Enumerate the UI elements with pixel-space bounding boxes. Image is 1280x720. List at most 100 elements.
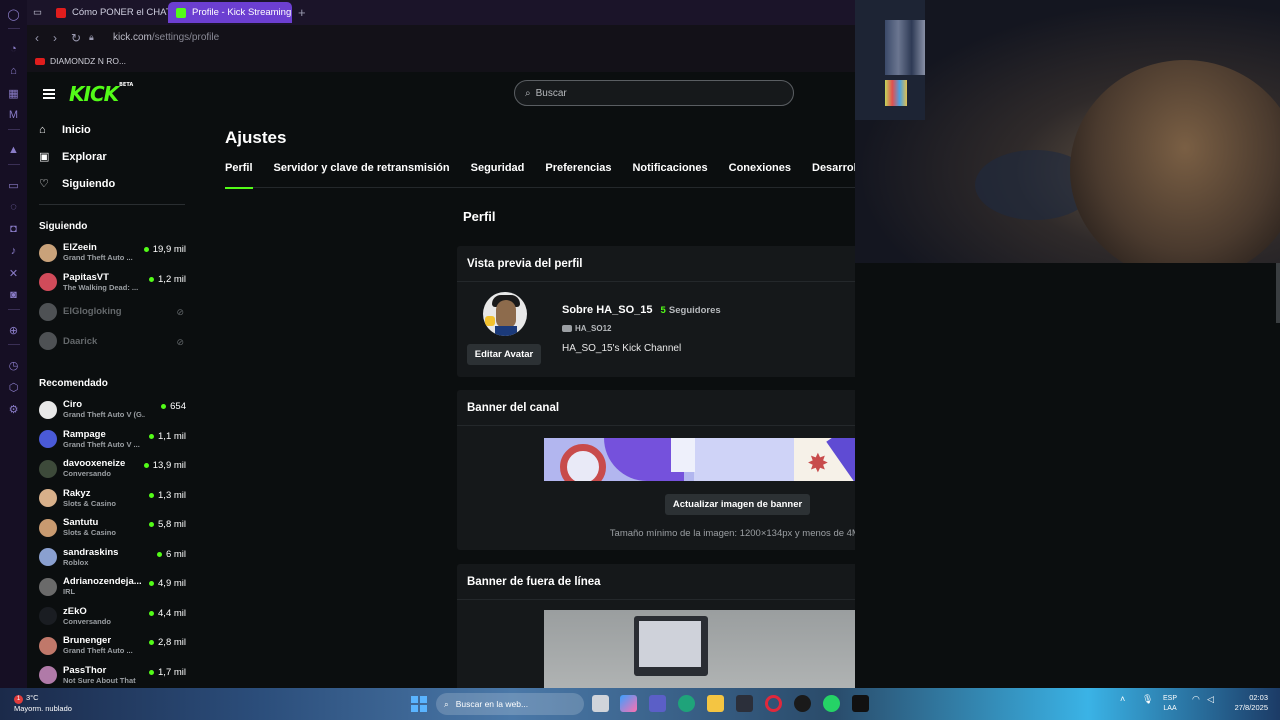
avatar xyxy=(39,607,57,626)
channel-item[interactable]: davooxeneize Conversando 13,9 mil xyxy=(27,454,197,484)
nav-explorar[interactable]: ▣ Explorar xyxy=(39,143,197,170)
player-icon[interactable]: ▦ xyxy=(6,85,22,101)
channel-name: ElGlogloking xyxy=(63,306,122,318)
clock[interactable]: 02:03 27/8/2025 xyxy=(1228,693,1268,713)
beta-badge: BETA xyxy=(119,82,134,88)
viewer-count-text: 654 xyxy=(170,401,186,412)
banner-size-hint: Tamaño mínimo de la imagen: 1200×134px y… xyxy=(609,528,855,539)
viewer-count: 2,8 mil xyxy=(149,637,186,648)
channel-text: davooxeneize Conversando xyxy=(63,458,145,479)
tab-notificaciones[interactable]: Notificaciones xyxy=(632,162,707,188)
viewer-count: 13,9 mil xyxy=(143,460,186,471)
messenger-icon[interactable]: M xyxy=(6,107,22,123)
kick-sidebar-icon[interactable]: ▲ xyxy=(6,142,22,158)
extensions-icon[interactable]: ⬡ xyxy=(6,379,22,395)
viewer-count-text: 6 mil xyxy=(165,548,186,560)
history-icon[interactable]: ◷ xyxy=(6,357,22,373)
channel-item[interactable]: sandraskins Roblox 6 mil xyxy=(27,543,197,573)
page-background xyxy=(855,263,1280,688)
edit-avatar-button[interactable]: Editar Avatar xyxy=(467,344,541,365)
webcam-overlay xyxy=(855,0,1280,263)
tab-workspaces[interactable]: ▭ xyxy=(27,2,48,23)
divider xyxy=(7,129,20,130)
nav-inicio[interactable]: ⌂ Inicio xyxy=(39,116,197,143)
youtube-handle[interactable]: HA_SO12 xyxy=(562,324,611,333)
windows-start-icon[interactable] xyxy=(411,696,427,712)
channel-text: Rampage Grand Theft Auto V ... xyxy=(63,429,145,450)
opera-logo-icon[interactable]: ◯ xyxy=(6,6,22,22)
bookmarks-bar: DIAMONDZ N RO... xyxy=(27,50,855,72)
nav-siguiendo[interactable]: ♡ Siguiendo xyxy=(39,170,197,197)
channel-item[interactable]: Adrianozendeja... IRL 4,9 mil xyxy=(27,572,197,602)
update-banner-button[interactable]: Actualizar imagen de banner xyxy=(665,494,810,515)
avatar xyxy=(39,332,57,351)
forward-icon[interactable]: › xyxy=(53,31,71,45)
channel-text: Ciro Grand Theft Auto V (G... xyxy=(63,399,145,420)
tab-servidor[interactable]: Servidor y clave de retransmisión xyxy=(274,162,450,188)
tab-preferencias[interactable]: Preferencias xyxy=(545,162,611,188)
settings-icon[interactable]: ⚙ xyxy=(6,401,22,417)
channel-name: Santutu xyxy=(63,517,99,529)
channel-item[interactable]: ElZeein Grand Theft Auto ... 19,9 mil xyxy=(27,238,197,268)
url-field[interactable]: kick.com/settings/profile xyxy=(113,32,219,43)
x-icon[interactable]: ✕ xyxy=(6,265,22,281)
avatar xyxy=(39,400,57,419)
offline-banner-card: Banner de fuera de línea xyxy=(457,564,855,688)
tab-conexiones[interactable]: Conexiones xyxy=(729,162,791,188)
obs-icon[interactable] xyxy=(794,695,811,712)
store-icon[interactable] xyxy=(736,695,753,712)
file-explorer-icon[interactable] xyxy=(707,695,724,712)
tab-youtube[interactable]: Cómo PONER el CHAT de xyxy=(48,2,168,23)
channel-item[interactable]: Santutu Slots & Casino 5,8 mil xyxy=(27,513,197,543)
tray-arrow-icon[interactable]: ˄ xyxy=(1120,694,1125,704)
opera-icon[interactable] xyxy=(765,695,782,712)
language-indicator[interactable]: ESP LAA xyxy=(1163,694,1177,714)
channel-item[interactable]: Brunenger Grand Theft Auto ... 2,8 mil xyxy=(27,631,197,661)
weather-widget[interactable]: 1 3°C Mayorm. nublado xyxy=(14,693,72,714)
reload-icon[interactable]: ↻ xyxy=(71,31,89,45)
channel-item[interactable]: Rakyz Slots & Casino 1,3 mil xyxy=(27,484,197,514)
channel-item[interactable]: Ciro Grand Theft Auto V (G... 654 xyxy=(27,395,197,425)
avatar xyxy=(39,302,57,321)
menu-icon[interactable] xyxy=(43,87,55,101)
back-icon[interactable]: ‹ xyxy=(35,31,53,45)
workspace-icon[interactable]: ⌂ xyxy=(6,63,22,79)
new-tab-button[interactable]: + xyxy=(298,5,306,20)
viewer-count: 19,9 mil xyxy=(143,244,186,255)
volume-icon[interactable]: ◁ xyxy=(1207,694,1214,704)
twitch-icon[interactable]: ▭ xyxy=(6,177,22,193)
scrollbar[interactable] xyxy=(1276,263,1280,323)
tab-seguridad[interactable]: Seguridad xyxy=(471,162,525,188)
tab-perfil[interactable]: Perfil xyxy=(225,162,253,189)
microphone-icon[interactable]: 🎙︎ xyxy=(1142,694,1153,704)
channel-item[interactable]: zEkO Conversando 4,4 mil xyxy=(27,602,197,632)
tiktok-icon[interactable]: ♪ xyxy=(6,243,22,259)
edge-icon[interactable] xyxy=(678,695,695,712)
viewer-count-text: 1,3 mil xyxy=(158,489,186,501)
teams-icon[interactable] xyxy=(649,695,666,712)
whatsapp-icon[interactable] xyxy=(823,695,840,712)
taskbar-search[interactable]: ⌕ Buscar en la web... xyxy=(436,693,584,715)
add-icon[interactable]: ⊕ xyxy=(6,322,22,338)
divider xyxy=(7,28,20,29)
wifi-icon[interactable]: ◠ xyxy=(1192,694,1200,704)
bookmark-item[interactable]: DIAMONDZ N RO... xyxy=(50,56,126,66)
task-view-icon[interactable] xyxy=(592,695,609,712)
search-input[interactable]: ⌕ Buscar xyxy=(514,80,794,106)
tab-kick-profile[interactable]: Profile - Kick Streaming xyxy=(167,2,292,23)
tiktok-icon[interactable] xyxy=(852,695,869,712)
channel-item[interactable]: Rampage Grand Theft Auto V ... 1,1 mil xyxy=(27,425,197,455)
address-bar: ‹ › ↻ 🔒︎ kick.com/settings/profile xyxy=(27,25,855,50)
channel-item[interactable]: PassThor Not Sure About That 1,7 mil xyxy=(27,661,197,689)
tab-desarrollador[interactable]: Desarrolla xyxy=(812,162,855,188)
channel-item[interactable]: Daarick ⊘ xyxy=(27,327,197,357)
instagram-icon[interactable]: ◘ xyxy=(6,221,22,237)
channel-item[interactable]: PapitasVT The Walking Dead: ... 1,2 mil xyxy=(27,268,197,298)
discord-icon[interactable]: ◙ xyxy=(6,287,22,303)
kick-logo[interactable]: KICKBETA xyxy=(69,82,133,106)
aria-icon[interactable]: ◔ xyxy=(6,41,22,57)
viewer-count: 654 xyxy=(161,401,186,412)
channel-item[interactable]: ElGlogloking ⊘ xyxy=(27,297,197,327)
whatsapp-icon[interactable]: ◌ xyxy=(6,199,22,215)
copilot-icon[interactable] xyxy=(620,695,637,712)
